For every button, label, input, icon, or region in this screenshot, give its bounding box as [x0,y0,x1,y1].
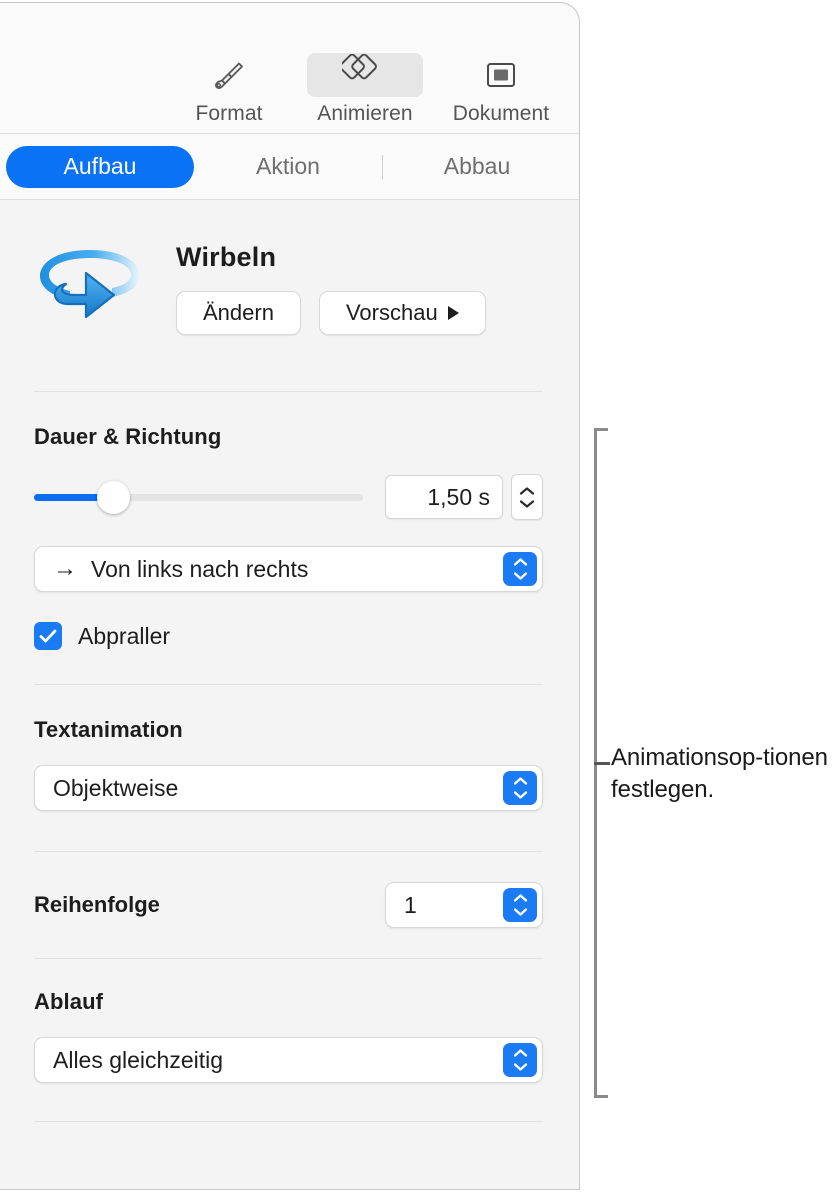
chevron-down-icon [519,499,535,508]
inspector-toolbar: Format Animieren Dokument [0,3,579,134]
tab-abbau[interactable]: Abbau [383,146,571,188]
swirl-arrow-icon [28,232,152,332]
play-triangle-icon [447,306,459,320]
chevron-updown-icon [503,552,537,586]
order-popup-button[interactable]: 1 [385,882,543,928]
toolbar-item-label: Format [195,102,263,125]
chevron-updown-icon [503,1043,537,1077]
inspector-body: Wirbeln Ändern Vorschau Dauer & Richtung… [0,200,579,1189]
preview-button-label: Vorschau [345,300,438,325]
duration-controls-row: 1,50 s [34,474,543,520]
animation-header: Wirbeln Ändern Vorschau [0,200,579,335]
tab-label: Aktion [256,153,320,179]
duration-stepper[interactable] [511,474,543,520]
document-icon [443,53,559,97]
duration-direction-section: Dauer & Richtung 1,50 s → Von links nach… [0,392,579,650]
chevron-up-icon [519,486,535,495]
delivery-label: Ablauf [34,989,104,1014]
callout-leader-line [594,762,610,765]
build-stage-segmented-control: Aufbau Aktion Abbau [0,134,579,200]
divider-bottom [34,1121,543,1122]
delivery-popup-button[interactable]: Alles gleichzeitig [34,1037,543,1083]
duration-stepper-field: 1,50 s [385,474,543,520]
tab-aktion[interactable]: Aktion [194,146,382,188]
toolbar-item-format[interactable]: Format [161,49,297,127]
checkbox-checked-icon[interactable] [34,622,62,650]
toolbar-item-animieren[interactable]: Animieren [297,49,433,127]
arrow-right-icon: → [53,555,77,582]
text-animation-value: Objektweise [53,774,179,801]
toolbar-item-label: Animieren [317,102,413,125]
order-section: Reihenfolge 1 [0,852,579,928]
toolbar-item-label: Dokument [452,102,550,125]
duration-section-title: Dauer & Richtung [34,424,222,449]
change-animation-button[interactable]: Ändern [176,291,301,335]
change-button-label: Ändern [203,300,274,325]
order-label: Reihenfolge [34,892,160,917]
direction-popup-button[interactable]: → Von links nach rechts [34,546,543,592]
tab-aufbau[interactable]: Aufbau [6,145,194,188]
order-value: 1 [404,891,417,918]
bounce-checkbox-row[interactable]: Abpraller [34,622,543,650]
screenshot-root: Format Animieren Dokument Aufbau Aktion … [0,0,835,1192]
toolbar-item-dokument[interactable]: Dokument [433,49,569,127]
direction-value: Von links nach rechts [91,555,309,582]
chevron-updown-icon [503,771,537,805]
duration-slider[interactable] [34,479,363,515]
bounce-label: Abpraller [78,622,171,649]
preview-animation-button[interactable]: Vorschau [318,291,486,335]
format-inspector-panel: Format Animieren Dokument Aufbau Aktion … [0,2,580,1190]
text-animation-popup-button[interactable]: Objektweise [34,765,543,811]
delivery-section: Ablauf Alles gleichzeitig [0,959,579,1083]
paintbrush-icon [171,53,287,97]
animate-diamonds-icon [307,53,423,97]
duration-value-input[interactable]: 1,50 s [385,475,503,519]
text-animation-title: Textanimation [34,717,183,742]
duration-value: 1,50 s [427,483,490,510]
animation-name: Wirbeln [176,242,277,272]
delivery-value: Alles gleichzeitig [53,1046,224,1073]
tab-label: Aufbau [63,153,137,179]
callout-text: Animationsop-tionen festlegen. [611,744,828,803]
chevron-updown-icon [503,888,537,922]
slider-knob[interactable] [96,480,130,514]
tab-label: Abbau [443,153,511,179]
text-animation-section: Textanimation Objektweise [0,685,579,811]
